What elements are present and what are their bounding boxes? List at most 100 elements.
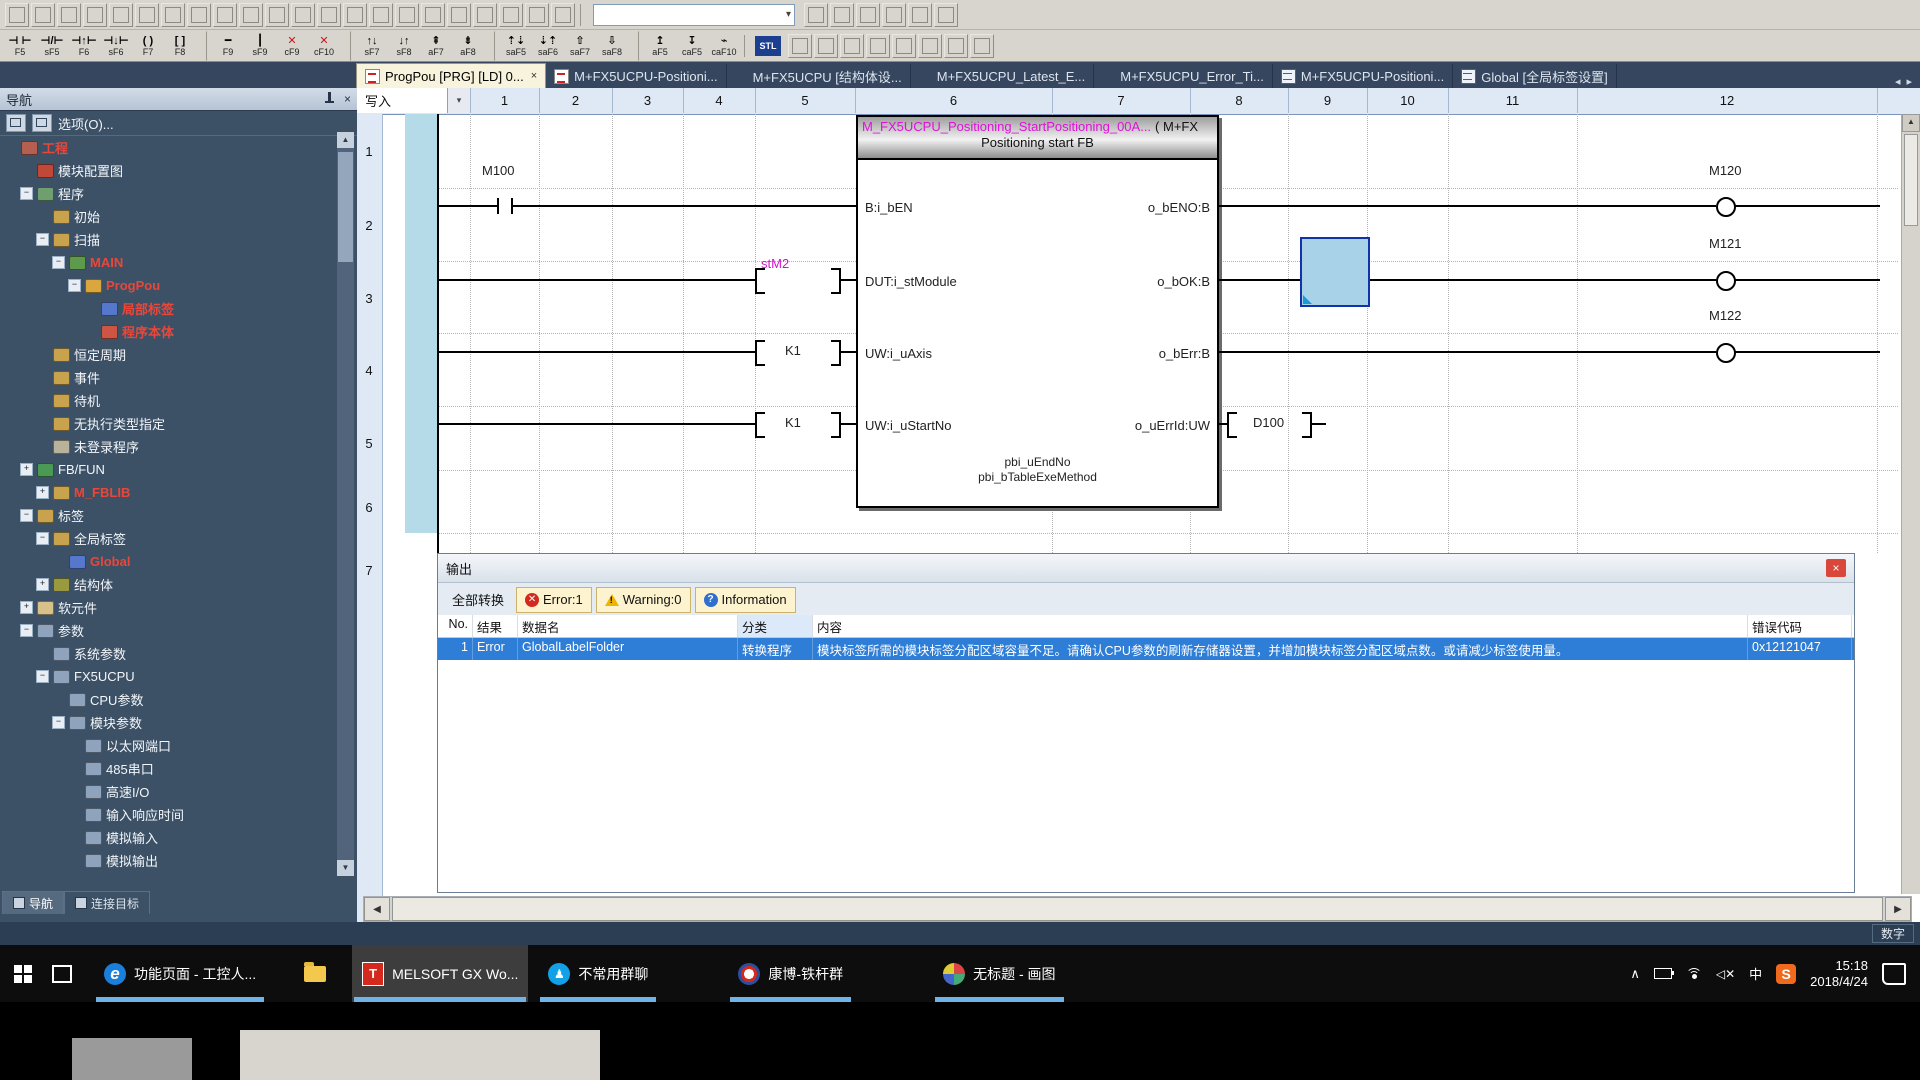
tree-item[interactable]: − FX5UCPU [0,665,336,688]
tree-item[interactable]: − 模块参数 [0,711,336,734]
close-icon[interactable]: × [344,92,351,106]
stl-button[interactable]: STL [755,36,781,56]
device-label[interactable]: K1 [785,415,801,430]
tree-item[interactable]: 恒定周期 [0,343,336,366]
task-view-button[interactable] [42,945,82,1002]
tab-latest-error[interactable]: M+FX5UCPU_Latest_E... [911,64,1094,88]
toolbar-icon[interactable] [5,3,29,27]
ladder-symbol-button[interactable]: ⇩ saF8 [596,31,628,61]
edit-mode-selector[interactable]: 写入 [357,88,448,113]
tree-item[interactable]: + 软元件 [0,596,336,619]
taskbar-edge[interactable]: e 功能页面 - 工控人... [94,945,266,1002]
ladder-symbol-button[interactable]: ⇟ aF8 [452,31,484,61]
device-label[interactable]: M122 [1709,308,1742,323]
pin-icon[interactable] [325,92,334,104]
tree-item[interactable]: 输入响应时间 [0,803,336,826]
taskbar-clock[interactable]: 15:18 2018/4/24 [1810,958,1868,990]
col-category[interactable]: 分类 [738,615,813,637]
toolbar-icon[interactable] [109,3,133,27]
col-error-code[interactable]: 错误代码 [1748,615,1852,637]
volume-muted-icon[interactable]: ◁✕ [1716,967,1735,981]
ladder-symbol-button[interactable]: ┃ sF9 [244,31,276,61]
toolbar-icon[interactable] [830,3,854,27]
scrollbar-thumb[interactable] [392,897,1883,921]
toolbar-icon[interactable] [804,3,828,27]
toolbar-icon[interactable] [918,34,942,58]
tab-errors[interactable]: ✕ Error:1 [516,587,592,613]
wifi-icon[interactable] [1686,968,1702,980]
tree-expander-icon[interactable]: + [20,463,33,476]
tab-information[interactable]: ? Information [695,587,796,613]
toolbar-icon[interactable] [135,3,159,27]
edit-cursor[interactable] [1300,237,1370,307]
tab-progpou[interactable]: ProgPou [PRG] [LD] 0... × [356,63,546,88]
tree-item[interactable]: 程序本体 [0,320,336,343]
scroll-down-icon[interactable]: ▼ [337,860,354,876]
tab-warnings[interactable]: Warning:0 [596,587,691,613]
ladder-symbol-button[interactable]: ⊣/⊢ sF5 [36,31,68,61]
chevron-down-icon[interactable]: ▾ [448,88,471,113]
taskbar-paint[interactable]: 无标题 - 画图 [933,945,1065,1002]
tab-scroll-left-icon[interactable]: ◂ [1895,75,1901,88]
start-button[interactable] [4,945,42,1002]
tray-expand-icon[interactable]: ∧ [1630,966,1640,982]
tree-item[interactable]: 事件 [0,366,336,389]
tab-error-time[interactable]: M+FX5UCPU_Error_Ti... [1094,64,1273,88]
tree-item[interactable]: − MAIN [0,251,336,274]
ladder-symbol-button[interactable]: ↥ aF5 [638,31,676,61]
tree-item[interactable]: + FB/FUN [0,458,336,481]
device-label[interactable]: D100 [1253,415,1284,430]
ladder-symbol-button[interactable]: ⇞ aF7 [420,31,452,61]
scroll-up-icon[interactable]: ▲ [1902,114,1920,132]
tree-item[interactable]: 局部标签 [0,297,336,320]
scroll-left-icon[interactable]: ◀ [364,897,390,921]
tab-scroll-right-icon[interactable]: ▸ [1906,75,1912,88]
tree-item[interactable]: − ProgPou [0,274,336,297]
tree-item[interactable]: 以太网端口 [0,734,336,757]
toolbar-icon[interactable] [892,34,916,58]
taskbar-qq-chat[interactable]: ♟ 不常用群聊 [538,945,658,1002]
col-no[interactable]: No. [438,615,473,637]
tree-item[interactable]: 模块配置图 [0,159,336,182]
tree-item[interactable]: 系统参数 [0,642,336,665]
ladder-symbol-button[interactable]: ━ F9 [206,31,244,61]
toolbar-icon[interactable] [934,3,958,27]
ladder-symbol-button[interactable]: ✕ cF10 [308,31,340,61]
tree-expander-icon[interactable]: − [36,233,49,246]
editor-hscrollbar[interactable]: ◀ ▶ [363,896,1912,922]
toolbar-icon[interactable] [265,3,289,27]
ladder-symbol-button[interactable]: ⌁ caF10 [708,31,740,61]
taskbar-explorer[interactable] [294,945,336,1002]
coil-symbol[interactable] [1716,343,1736,363]
tab-struct-settings[interactable]: M+FX5UCPU [结构体设... [727,64,911,88]
toolbar-icon[interactable] [840,34,864,58]
tree-expander-icon[interactable]: − [20,187,33,200]
tree-item[interactable]: 初始 [0,205,336,228]
device-label[interactable]: K1 [785,343,801,358]
taskbar-kangbo-group[interactable]: 康博-铁杆群 [728,945,853,1002]
toolbar-icon[interactable] [814,34,838,58]
toolbar-icon[interactable] [239,3,263,27]
ladder-symbol-button[interactable]: ⊣ ⊢ F5 [4,31,36,61]
ladder-symbol-button[interactable]: ⇡⇣ saF5 [494,31,532,61]
tab-positioning-1[interactable]: M+FX5UCPU-Positioni... [546,64,726,88]
scrollbar-thumb[interactable] [1904,134,1918,226]
tree-expander-icon[interactable]: + [36,578,49,591]
toolbar-icon[interactable] [343,3,367,27]
tree-item[interactable]: − 全局标签 [0,527,336,550]
tree-item[interactable]: 高速I/O [0,780,336,803]
toolbar-icon[interactable] [499,3,523,27]
tree-collapse-icon[interactable] [6,114,26,132]
coil-symbol[interactable] [1716,197,1736,217]
coil-symbol[interactable] [1716,271,1736,291]
toolbar-icon[interactable] [395,3,419,27]
tab-positioning-2[interactable]: M+FX5UCPU-Positioni... [1273,64,1453,88]
editor-vscrollbar[interactable]: ▲ [1901,114,1920,894]
tree-item[interactable]: 无执行类型指定 [0,412,336,435]
scrollbar-thumb[interactable] [338,152,353,262]
toolbar-icon[interactable] [161,3,185,27]
tree-item[interactable]: 工程 [0,136,336,159]
tree-item[interactable]: − 扫描 [0,228,336,251]
toolbar-icon[interactable] [213,3,237,27]
toolbar-icon[interactable] [369,3,393,27]
